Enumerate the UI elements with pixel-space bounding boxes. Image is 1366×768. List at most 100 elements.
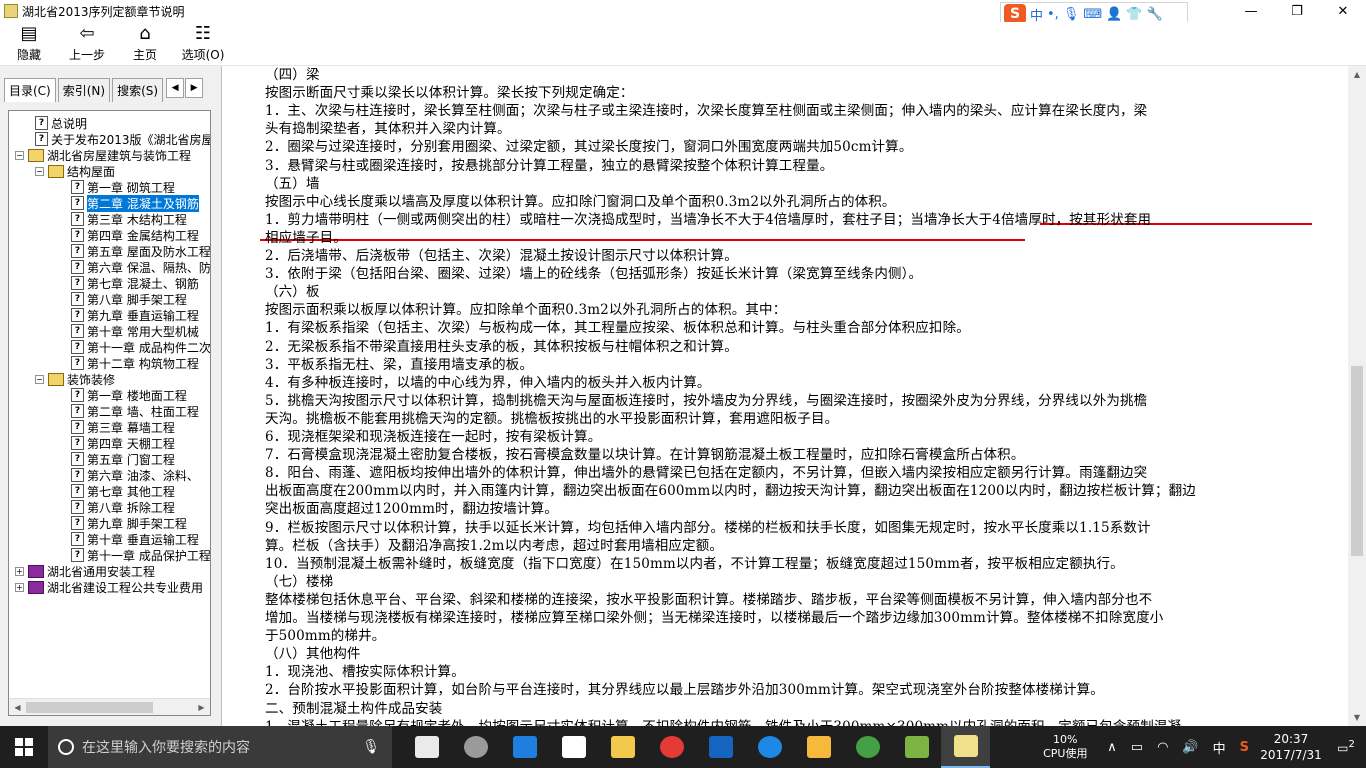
scroll-up-arrow-icon[interactable]: ▲ (1348, 66, 1366, 83)
taskbar-app-store[interactable] (549, 726, 598, 768)
taskbar-app-green[interactable] (843, 726, 892, 768)
tree-folder[interactable]: + 湖北省通用安装工程 (15, 563, 155, 579)
tree-item[interactable]: ? 第五章 屋面及防水工程 (71, 243, 210, 259)
clock[interactable]: 20:37 2017/7/31 (1256, 731, 1326, 763)
contents-tree[interactable]: ? 总说明 ? 关于发布2013版《湖北省房屋 − 湖北省房屋建筑与装饰工程 − 结构屋… (8, 110, 211, 716)
tree-item[interactable]: ? 第四章 金属结构工程 (71, 227, 199, 243)
taskbar-app-edge[interactable] (500, 726, 549, 768)
back-button[interactable]: ⇦ 上一步 (58, 22, 116, 66)
taskbar-app-spiral[interactable] (451, 726, 500, 768)
tree-item[interactable]: ? 第五章 门窗工程 (71, 451, 175, 467)
maximize-button[interactable]: ❐ (1274, 0, 1320, 22)
tree-horizontal-scrollbar[interactable]: ◀ ▶ (9, 698, 210, 715)
collapse-icon[interactable]: − (35, 374, 44, 384)
taskbar-app-browser-blue[interactable] (745, 726, 794, 768)
content-line: （五）墙 (265, 175, 320, 192)
tree-item[interactable]: ? 第四章 天棚工程 (71, 435, 175, 451)
taskbar-app-browser-red[interactable] (647, 726, 696, 768)
scroll-right-arrow-icon[interactable]: ▶ (193, 699, 210, 715)
scrollbar-thumb[interactable] (26, 702, 153, 713)
tree-item[interactable]: ? 第七章 其他工程 (71, 483, 175, 499)
notification-center-button[interactable]: ▭2 (1326, 739, 1366, 755)
tree-item[interactable]: ? 第十一章 成品构件二次 (71, 339, 210, 355)
help-page-icon: ? (71, 276, 84, 290)
tree-item[interactable]: ? 第八章 脚手架工程 (71, 291, 187, 307)
expand-icon[interactable]: + (15, 566, 24, 576)
tree-item[interactable]: ? 总说明 (35, 115, 87, 131)
sogou-logo-icon[interactable]: S (1004, 4, 1026, 24)
tree-item[interactable]: ? 第九章 垂直运输工程 (71, 307, 199, 323)
book-closed-icon (28, 564, 44, 578)
content-line: 4．有多种板连接时，以墙的中心线为界，伸入墙内的板头并入板内计算。 (265, 374, 711, 391)
options-button[interactable]: ☷ 选项(O) (174, 22, 232, 66)
tab-index[interactable]: 索引(N) (57, 78, 111, 102)
tree-folder[interactable]: − 结构屋面 (35, 163, 115, 179)
taskbar-app-taskview[interactable] (402, 726, 451, 768)
network-icon[interactable]: ▭ (1131, 740, 1143, 755)
volume-icon[interactable]: 🔊 (1182, 740, 1198, 755)
tree-folder[interactable]: − 湖北省房屋建筑与装饰工程 (15, 147, 191, 163)
collapse-icon[interactable]: − (35, 166, 44, 176)
scroll-left-arrow-icon[interactable]: ◀ (9, 699, 26, 715)
home-button[interactable]: ⌂ 主页 (116, 22, 174, 66)
ime-punct-toggle[interactable]: •, (1047, 7, 1059, 22)
microphone-icon[interactable]: 🎙 (362, 739, 380, 755)
chevron-up-icon[interactable]: ∧ (1107, 740, 1117, 755)
content-line: 2．后浇墙带、后浇板带（包括主、次梁）混凝土按设计图示尺寸以体积计算。 (265, 248, 738, 264)
scrollbar-thumb[interactable] (1351, 366, 1363, 556)
tree-item[interactable]: ? 第二章 墙、柱面工程 (71, 403, 199, 419)
tree-item[interactable]: ? 第八章 拆除工程 (71, 499, 175, 515)
help-page-icon: ? (71, 292, 84, 306)
expand-icon[interactable]: + (15, 582, 24, 592)
hide-button[interactable]: ▤ 隐藏 (0, 22, 58, 66)
help-page-icon: ? (71, 420, 84, 434)
tree-folder[interactable]: + 湖北省建设工程公共专业费用 (15, 579, 203, 595)
tree-folder[interactable]: − 装饰装修 (35, 371, 115, 387)
taskbar-app-image[interactable] (892, 726, 941, 768)
tree-item[interactable]: ? 第六章 油漆、涂料、 (71, 467, 199, 483)
skin-icon[interactable]: 👕 (1126, 7, 1142, 22)
cpu-meter[interactable]: 10% CPU使用 (1030, 733, 1100, 761)
tree-item-selected[interactable]: ? 第二章 混凝土及钢筋 (71, 194, 199, 212)
tab-scroll-right-icon[interactable]: ▶ (185, 78, 204, 98)
red-underline (260, 239, 1025, 241)
wifi-icon[interactable]: ◠ (1157, 740, 1168, 755)
tab-contents[interactable]: 目录(C) (4, 78, 56, 102)
tree-item[interactable]: ? 第三章 幕墙工程 (71, 419, 175, 435)
tree-item[interactable]: ? 第十一章 成品保护工程 (71, 547, 210, 563)
collapse-icon[interactable]: − (15, 150, 24, 160)
microphone-icon[interactable]: 🎙 (1063, 7, 1080, 22)
taskbar-app-notes[interactable] (794, 726, 843, 768)
tree-item[interactable]: ? 第三章 木结构工程 (71, 211, 187, 227)
tree-item[interactable]: ? 第九章 脚手架工程 (71, 515, 187, 531)
wrench-icon[interactable]: 🔧 (1146, 7, 1162, 22)
start-button[interactable] (0, 726, 48, 768)
tab-search[interactable]: 搜索(S) (112, 78, 164, 102)
taskbar-app-teamviewer[interactable] (696, 726, 745, 768)
tree-item[interactable]: ? 第六章 保温、隔热、防 (71, 259, 210, 275)
tree-item[interactable]: ? 第十章 垂直运输工程 (71, 531, 199, 547)
taskbar-app-explorer[interactable] (598, 726, 647, 768)
taskbar-search[interactable]: 在这里输入你要搜索的内容 🎙 (48, 726, 392, 768)
content-line: （六）板 (265, 284, 320, 301)
ime-indicator[interactable]: 中 (1213, 738, 1226, 757)
options-icon: ☷ (194, 23, 212, 44)
book-closed-icon (28, 580, 44, 594)
navigation-pane: 目录(C) 索引(N) 搜索(S) ◀ ▶ ? 总说明 ? 关于发布2013版《湖北… (0, 66, 222, 726)
keyboard-icon[interactable]: ⌨ (1083, 7, 1102, 22)
tree-item[interactable]: ? 关于发布2013版《湖北省房屋 (35, 131, 210, 147)
tree-item[interactable]: ? 第十章 常用大型机械 (71, 323, 199, 339)
content-vertical-scrollbar[interactable]: ▲ ▼ (1348, 66, 1366, 726)
tree-item[interactable]: ? 第七章 混凝土、钢筋 (71, 275, 199, 291)
scroll-down-arrow-icon[interactable]: ▼ (1348, 709, 1366, 726)
minimize-button[interactable]: — (1228, 0, 1274, 22)
taskbar-app-help[interactable] (941, 726, 990, 768)
close-button[interactable]: ✕ (1320, 0, 1366, 22)
tab-scroll-left-icon[interactable]: ◀ (166, 78, 185, 98)
tree-item[interactable]: ? 第十二章 构筑物工程 (71, 355, 199, 371)
ime-lang-toggle[interactable]: 中 (1030, 5, 1043, 24)
sogou-tray-icon[interactable]: S (1240, 740, 1249, 755)
user-icon[interactable]: 👤 (1106, 7, 1122, 22)
tree-item[interactable]: ? 第一章 楼地面工程 (71, 387, 187, 403)
tree-item[interactable]: ? 第一章 砌筑工程 (71, 179, 175, 195)
